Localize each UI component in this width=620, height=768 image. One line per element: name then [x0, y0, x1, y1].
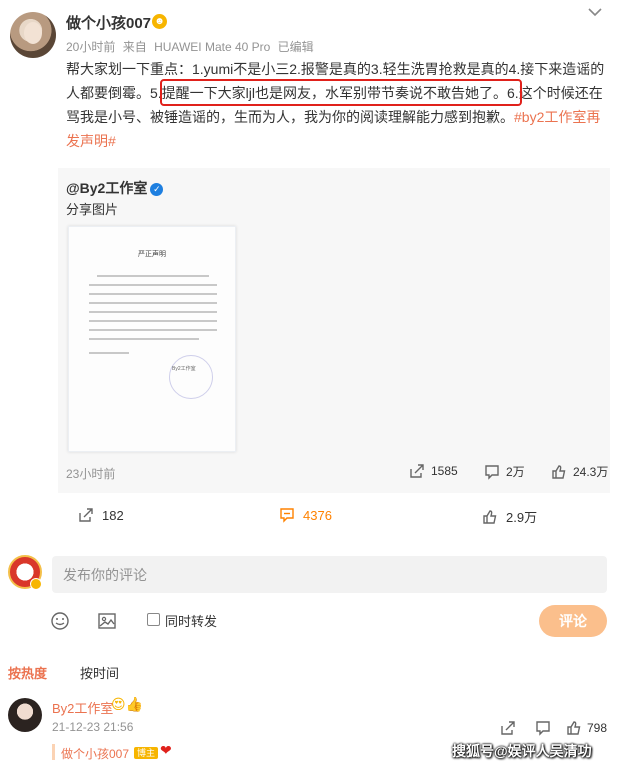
reposted-card[interactable]: @By2工作室✓ 分享图片 严正声明 By2工作室 23小时前 1585 2万	[58, 168, 610, 493]
comment-time: 21-12-23 21:56	[52, 720, 134, 734]
author-tag: 博主	[134, 747, 159, 759]
thumbs-up-icon	[567, 721, 581, 735]
repost-button[interactable]: 182	[78, 507, 124, 523]
comment-like-button[interactable]: 798	[566, 720, 607, 736]
watermark: 搜狐号@娱评人吴清功	[452, 743, 592, 759]
repost-repost-count[interactable]: 1585	[409, 463, 458, 479]
repost-like-count[interactable]: 24.3万	[551, 463, 608, 480]
share-icon	[79, 508, 93, 522]
post-action-bar: 182 4376 2.9万	[0, 500, 620, 534]
emoji-icon[interactable]	[50, 611, 70, 631]
repost-username[interactable]: @By2工作室 ✓	[66, 178, 164, 198]
official-seal	[169, 355, 213, 399]
chevron-down-icon[interactable]	[588, 4, 602, 22]
vip-badge-icon	[30, 578, 42, 590]
repost-text: 分享图片	[66, 202, 119, 217]
tab-sort-by-time[interactable]: 按时间	[80, 663, 119, 682]
share-icon	[410, 464, 424, 478]
comment-button[interactable]: 4376	[279, 507, 332, 523]
comment-icon	[536, 721, 550, 736]
comment-share-button[interactable]	[500, 720, 516, 736]
post-meta: 20小时前 来自 HUAWEI Mate 40 Pro 已编辑	[66, 38, 318, 55]
post-source: HUAWEI Mate 40 Pro	[154, 40, 271, 54]
reply-indicator	[52, 744, 55, 760]
image-icon[interactable]	[97, 611, 117, 631]
author-username[interactable]: 做个小孩007	[66, 12, 151, 33]
also-repost-label[interactable]: 同时转发	[165, 611, 217, 630]
highlight-annotation-box	[160, 79, 522, 106]
tab-sort-by-hot[interactable]: 按热度	[8, 663, 47, 682]
post-time[interactable]: 20小时前	[66, 40, 115, 54]
statement-document-image[interactable]: 严正声明 By2工作室	[68, 226, 236, 452]
comment-input[interactable]	[52, 556, 607, 593]
commenter-avatar[interactable]	[8, 698, 42, 732]
doc-signature: By2工作室	[172, 366, 196, 372]
compose-tools: 同时转发 评论	[0, 605, 620, 637]
repost-comment-count[interactable]: 2万	[484, 463, 525, 480]
comment-reply-button[interactable]	[535, 720, 551, 736]
submit-comment-button[interactable]: 评论	[539, 605, 607, 637]
comment-sort-tabs: 按热度 按时间	[0, 660, 620, 684]
comment-emoji: 😍👍	[111, 696, 144, 712]
thumbs-up-icon	[552, 464, 566, 479]
doc-title: 严正声明	[138, 250, 166, 258]
author-avatar[interactable]	[10, 12, 56, 58]
repost-time[interactable]: 23小时前	[66, 465, 115, 482]
like-button[interactable]: 2.9万	[482, 507, 537, 526]
reply-username[interactable]: 做个小孩007	[61, 745, 129, 762]
comment-icon	[485, 464, 499, 480]
post-edited[interactable]: 已编辑	[278, 40, 314, 54]
comment-like-count: 798	[587, 721, 608, 735]
share-icon	[501, 721, 515, 735]
comment-icon	[280, 508, 294, 523]
verified-icon: ✓	[150, 183, 164, 196]
post-source-prefix: 来自	[122, 40, 147, 54]
commenter-username[interactable]: By2工作室	[52, 698, 113, 717]
also-repost-checkbox[interactable]	[147, 613, 160, 626]
emoji-badge-icon: ☻	[152, 14, 167, 29]
thumbs-up-icon	[483, 509, 497, 524]
heart-icon: ❤	[160, 742, 172, 758]
